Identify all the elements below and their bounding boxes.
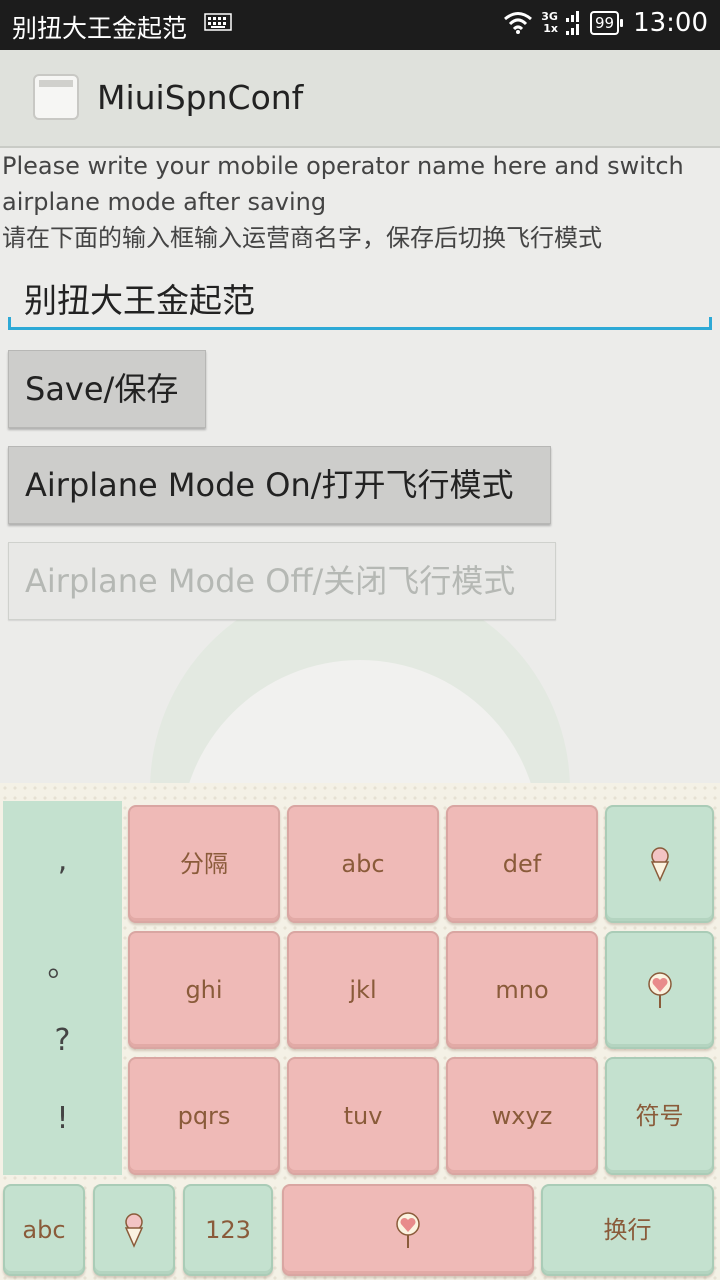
save-button[interactable]: Save/保存	[8, 350, 206, 428]
instruction-text-zh: 请在下面的输入框输入运营商名字，保存后切换飞行模式	[2, 224, 602, 252]
key-mno[interactable]: mno	[446, 931, 598, 1049]
ime-keyboard: , 。 ? ! 分隔 abc def ghi jkl mno pqrs tuv …	[0, 783, 720, 1280]
network-indicator: 3G 1x	[541, 11, 558, 35]
punct-period[interactable]: 。	[3, 941, 122, 985]
heart-lollipop-icon	[396, 1212, 420, 1248]
space-key[interactable]	[282, 1184, 534, 1276]
battery-icon: 99	[589, 11, 624, 35]
app-title: MiuiSpnConf	[97, 78, 304, 117]
wifi-icon	[504, 12, 533, 34]
enter-key[interactable]: 换行	[541, 1184, 714, 1276]
main-content: Please write your mobile operator name h…	[0, 148, 720, 330]
punctuation-column[interactable]: , 。 ? !	[3, 801, 122, 1175]
backspace-key[interactable]	[605, 805, 714, 923]
instruction-text-en: Please write your mobile operator name h…	[2, 152, 684, 216]
operator-name-input[interactable]: 别扭大王金起范	[8, 264, 712, 330]
status-bar: 别扭大王金起范 3G 1x 99 13:00	[0, 0, 720, 50]
key-def[interactable]: def	[446, 805, 598, 923]
key-123[interactable]: 123	[183, 1184, 273, 1276]
key-pqrs[interactable]: pqrs	[128, 1057, 280, 1175]
operator-name-value: 别扭大王金起范	[24, 281, 255, 320]
ice-cream-icon	[650, 847, 669, 882]
airplane-off-button[interactable]: Airplane Mode Off/关闭飞行模式	[8, 542, 556, 620]
airplane-on-button[interactable]: Airplane Mode On/打开飞行模式	[8, 446, 551, 524]
key-bottom-abc[interactable]: abc	[3, 1184, 85, 1276]
keyboard-icon	[204, 13, 232, 31]
signal-icon	[565, 11, 579, 35]
reenter-key[interactable]	[605, 931, 714, 1049]
symbols-key[interactable]: 符号	[605, 1057, 714, 1175]
punct-exclaim[interactable]: !	[3, 1101, 122, 1136]
carrier-name: 别扭大王金起范	[12, 14, 188, 43]
ice-cream-icon	[124, 1213, 144, 1248]
clock: 13:00	[633, 8, 708, 38]
network-bottom-label: 1x	[543, 22, 558, 35]
key-ghi[interactable]: ghi	[128, 931, 280, 1049]
action-bar: MiuiSpnConf	[0, 50, 720, 148]
key-wxyz[interactable]: wxyz	[446, 1057, 598, 1175]
punct-comma[interactable]: ,	[3, 843, 122, 878]
app-icon	[33, 74, 79, 120]
key-abc[interactable]: abc	[287, 805, 439, 923]
heart-lollipop-icon	[647, 972, 672, 1008]
punct-question[interactable]: ?	[3, 1023, 122, 1058]
emoji-key[interactable]	[93, 1184, 175, 1276]
key-tuv[interactable]: tuv	[287, 1057, 439, 1175]
key-separator[interactable]: 分隔	[128, 805, 280, 923]
key-jkl[interactable]: jkl	[287, 931, 439, 1049]
